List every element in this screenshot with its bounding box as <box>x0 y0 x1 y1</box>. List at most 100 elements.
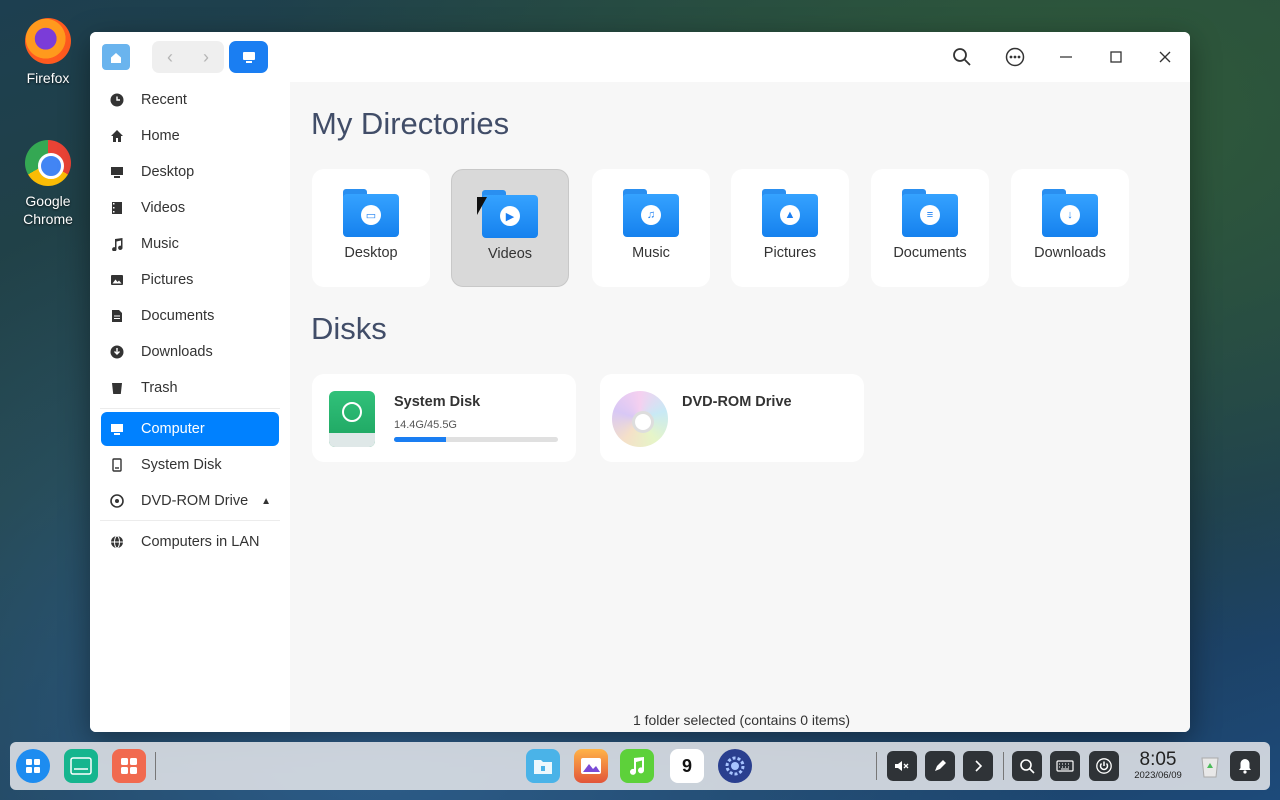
sidebar-item-label: Trash <box>141 380 178 396</box>
volume-button[interactable] <box>887 751 917 781</box>
mouse-cursor <box>477 197 487 215</box>
search-tray-button[interactable] <box>1012 751 1042 781</box>
file-manager-window: ‹ › Recent Home Desktop Videos Music Pic… <box>90 32 1190 732</box>
folder-videos[interactable]: ▶ Videos <box>451 169 569 287</box>
folder-label: Desktop <box>344 245 398 261</box>
sidebar-item-pictures[interactable]: Pictures <box>101 263 279 297</box>
sidebar-item-label: Recent <box>141 92 187 108</box>
navigation-buttons: ‹ › <box>152 41 224 73</box>
sidebar-item-downloads[interactable]: Downloads <box>101 335 279 369</box>
more-options-icon <box>1005 47 1025 67</box>
minimize-icon <box>1060 56 1072 58</box>
system-disk-icon <box>329 391 375 447</box>
multitask-view-button[interactable] <box>64 749 98 783</box>
keyboard-button[interactable] <box>1050 751 1080 781</box>
desktop-icon-chrome[interactable]: Google Chrome <box>8 140 88 228</box>
desktop-icon-label: Firefox <box>26 70 70 86</box>
sidebar-item-label: Desktop <box>141 164 195 180</box>
titlebar: ‹ › <box>90 32 1190 82</box>
calendar-icon: 9 <box>681 755 692 776</box>
sidebar-item-dvd-rom[interactable]: DVD-ROM Drive ▲ <box>101 484 279 518</box>
clock-icon <box>109 92 125 108</box>
videos-folder-icon: ▶ <box>482 190 538 238</box>
music-icon <box>109 236 125 252</box>
document-icon <box>109 308 125 324</box>
sidebar-item-label: Music <box>141 236 179 252</box>
forward-button[interactable]: › <box>188 41 224 73</box>
sidebar-item-home[interactable]: Home <box>101 119 279 153</box>
folder-documents[interactable]: ≡ Documents <box>871 169 989 287</box>
sidebar-item-computer[interactable]: Computer <box>101 412 279 446</box>
sidebar-item-recent[interactable]: Recent <box>101 83 279 117</box>
sidebar-item-music[interactable]: Music <box>101 227 279 261</box>
sidebar-item-desktop[interactable]: Desktop <box>101 155 279 189</box>
maximize-button[interactable] <box>1099 40 1133 74</box>
desktop-icon-firefox[interactable]: Firefox <box>8 18 88 86</box>
launcher-button[interactable] <box>16 749 50 783</box>
desktop-icon <box>109 164 125 180</box>
taskbar-divider <box>876 752 877 780</box>
folder-downloads[interactable]: ↓ Downloads <box>1011 169 1129 287</box>
music-taskbar-button[interactable] <box>620 749 654 783</box>
trash-icon <box>1201 757 1219 778</box>
sidebar-item-label: Downloads <box>141 344 213 360</box>
calendar-taskbar-button[interactable]: 9 <box>670 749 704 783</box>
search-button[interactable] <box>945 40 979 74</box>
trash-taskbar-button[interactable] <box>1193 749 1227 783</box>
taskbar: 9 8:05 2023/06/09 <box>10 742 1270 790</box>
sidebar-item-label: DVD-ROM Drive <box>141 493 249 509</box>
search-icon <box>1020 759 1035 774</box>
more-options-button[interactable] <box>998 40 1032 74</box>
notification-button[interactable] <box>1230 751 1260 781</box>
music-icon <box>630 757 645 775</box>
disk-usage-fill <box>394 437 446 442</box>
folder-desktop[interactable]: ▭ Desktop <box>312 169 430 287</box>
file-manager-taskbar-button[interactable] <box>526 749 560 783</box>
image-viewer-taskbar-button[interactable] <box>574 749 608 783</box>
status-bar: 1 folder selected (contains 0 items) <box>632 712 851 728</box>
back-button[interactable]: ‹ <box>152 41 188 73</box>
pen-icon <box>935 760 946 771</box>
expand-tray-button[interactable] <box>963 751 993 781</box>
power-icon <box>1096 758 1112 774</box>
keyboard-icon <box>1056 760 1074 772</box>
app-store-button[interactable] <box>112 749 146 783</box>
downloads-folder-icon: ↓ <box>1042 189 1098 237</box>
home-icon <box>109 128 125 144</box>
power-button[interactable] <box>1089 751 1119 781</box>
clock-date: 2023/06/09 <box>1134 770 1182 781</box>
sidebar-item-label: Home <box>141 128 180 144</box>
disk-card-system-disk[interactable]: System Disk 14.4G/45.5G <box>312 374 576 462</box>
main-content: My Directories ▭ Desktop ▶ Videos ♫ Musi… <box>290 82 1190 732</box>
clock-time: 8:05 <box>1139 749 1177 770</box>
folder-music[interactable]: ♫ Music <box>592 169 710 287</box>
close-button[interactable] <box>1148 40 1182 74</box>
settings-taskbar-button[interactable] <box>718 749 752 783</box>
disk-card-dvd-rom[interactable]: DVD-ROM Drive <box>600 374 864 462</box>
computer-icon <box>109 421 125 437</box>
sidebar-item-label: Computer <box>141 421 205 437</box>
sidebar-item-system-disk[interactable]: System Disk <box>101 448 279 482</box>
music-folder-icon: ♫ <box>623 189 679 237</box>
computer-view-button[interactable] <box>229 41 268 73</box>
eject-icon[interactable]: ▲ <box>261 496 271 507</box>
folder-pictures[interactable]: ▲ Pictures <box>731 169 849 287</box>
sidebar-item-documents[interactable]: Documents <box>101 299 279 333</box>
download-icon <box>109 344 125 360</box>
close-icon <box>1159 51 1171 63</box>
disk-size: 14.4G/45.5G <box>394 419 457 431</box>
pen-button[interactable] <box>925 751 955 781</box>
disk-name: DVD-ROM Drive <box>682 394 792 410</box>
clock[interactable]: 8:05 2023/06/09 <box>1128 749 1188 782</box>
sidebar-item-videos[interactable]: Videos <box>101 191 279 225</box>
monitor-icon <box>242 51 255 63</box>
disk-usage-bar <box>394 437 558 442</box>
notification-icon <box>1239 759 1251 774</box>
sidebar-item-label: Videos <box>141 200 186 216</box>
section-title-directories: My Directories <box>311 106 510 141</box>
minimize-button[interactable] <box>1049 40 1083 74</box>
file-manager-icon <box>534 760 552 774</box>
sidebar-item-computers-in-lan[interactable]: Computers in LAN <box>101 525 279 559</box>
sidebar-item-trash[interactable]: Trash <box>101 371 279 405</box>
sidebar-divider <box>100 520 280 521</box>
